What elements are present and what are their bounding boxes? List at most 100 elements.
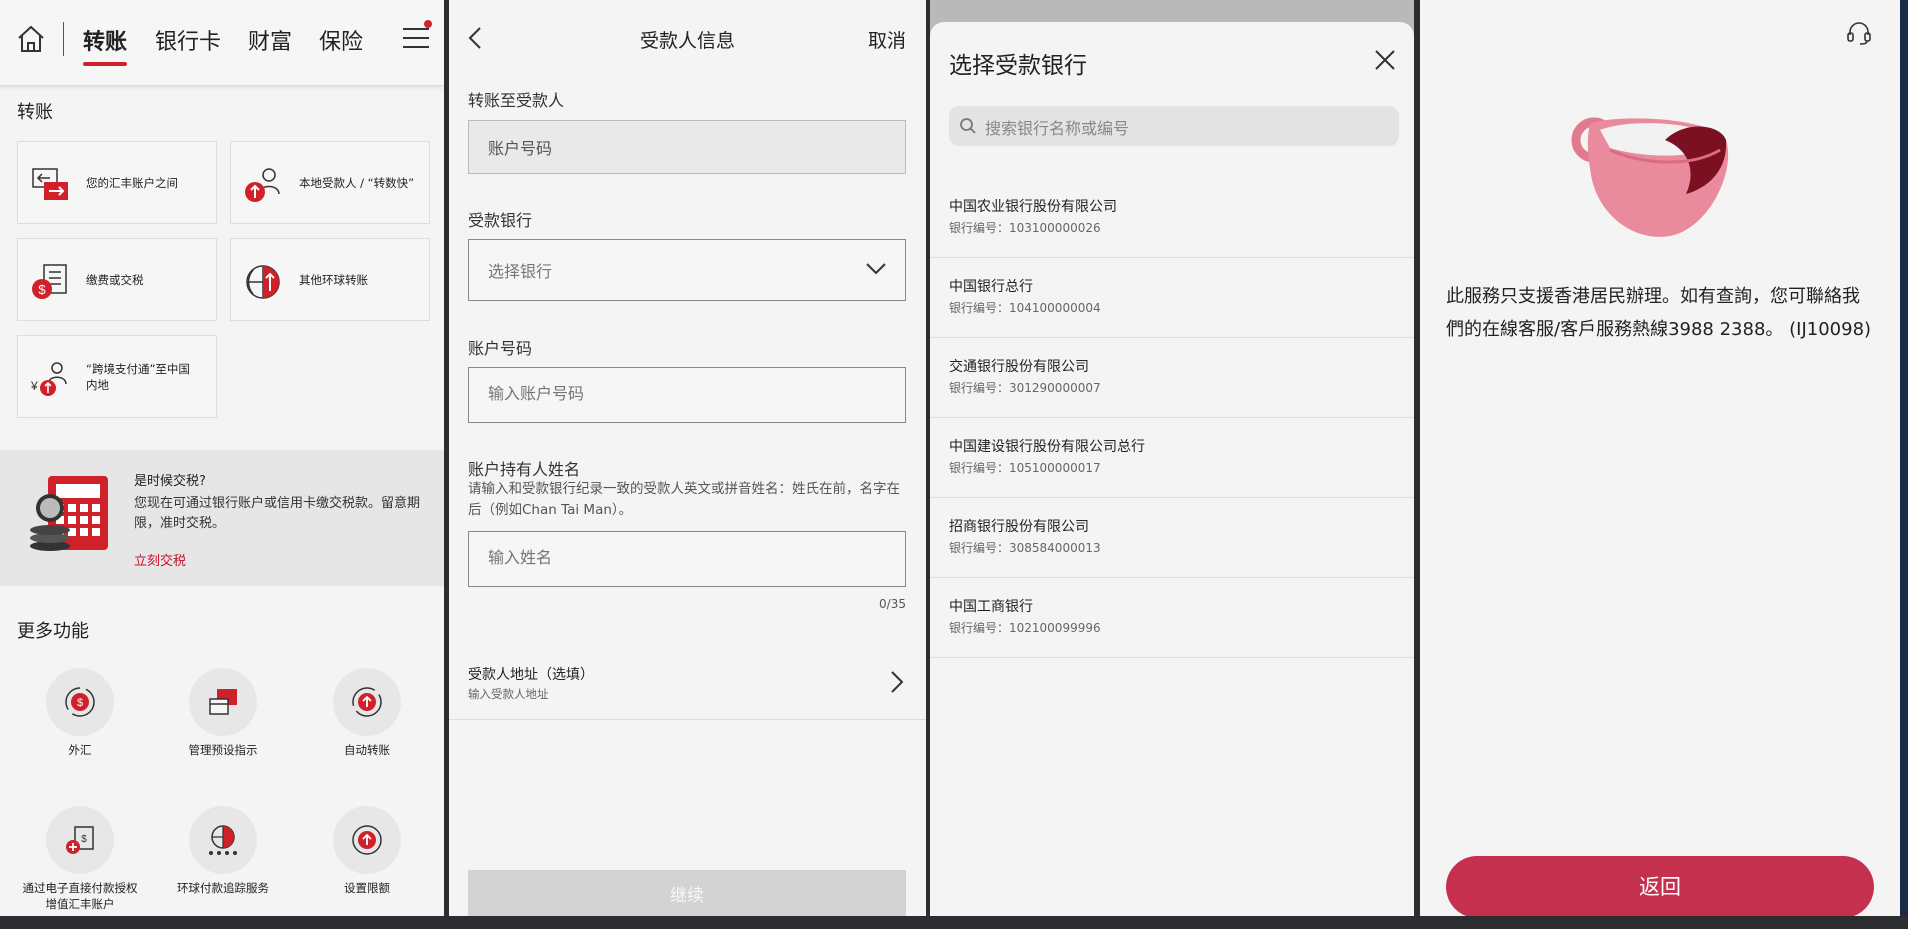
search-icon xyxy=(960,118,976,134)
chevron-right-icon xyxy=(891,671,904,693)
feature-label-line2: 增值汇丰账户 xyxy=(45,897,115,911)
tax-banner-title: 是时候交税? xyxy=(134,474,206,489)
edda-button[interactable]: $ xyxy=(46,806,114,874)
notification-dot xyxy=(424,20,432,28)
char-count: 0/35 xyxy=(879,597,906,611)
tax-calculator-icon xyxy=(30,476,108,551)
fx-button[interactable]: $ xyxy=(46,668,114,736)
holder-name-hint: 请输入和受款银行纪录一致的受款人英文或拼音姓名：姓氏在前，名字在后（例如Chan… xyxy=(468,481,900,518)
svg-text:$: $ xyxy=(38,282,46,297)
set-limit-icon xyxy=(352,825,382,855)
feature-label-line1: 通过电子直接付款授权 xyxy=(22,881,138,895)
tile-label-line2: 内地 xyxy=(86,378,109,392)
globe-transfer-icon xyxy=(246,265,280,299)
feature-label: 管理预设指示 xyxy=(188,743,258,757)
tile-label: 本地受款人 / “转数快” xyxy=(299,176,415,190)
svg-text:$: $ xyxy=(81,834,87,845)
search-placeholder: 搜索银行名称或编号 xyxy=(985,119,1130,138)
payee-address-row[interactable]: 受款人地址（选填） 输入受款人地址 xyxy=(449,650,926,720)
bank-code: 银行编号：102100099996 xyxy=(949,621,1101,635)
bank-search-input[interactable]: 搜索银行名称或编号 xyxy=(949,106,1399,146)
coffee-cup-illustration xyxy=(1571,117,1729,237)
bill-payment-icon: $ xyxy=(32,264,67,299)
nav-divider xyxy=(63,22,64,56)
bank-select[interactable]: 选择银行 xyxy=(468,239,906,301)
tax-banner-desc: 您现在可通过银行账户或信用卡缴交税款。留意期限，准时交税。 xyxy=(134,496,421,531)
holder-name-label: 账户持有人姓名 xyxy=(468,460,581,479)
svg-text:¥: ¥ xyxy=(30,379,38,393)
feature-label: 通过电子直接付款授权 增值汇丰账户 xyxy=(10,880,150,912)
bank-name: 中国建设银行股份有限公司总行 xyxy=(949,439,1145,455)
tax-banner: 是时候交税? 您现在可通过银行账户或信用卡缴交税款。留意期限，准时交税。 立刻交… xyxy=(0,450,444,586)
transfer-between-icon xyxy=(32,168,68,200)
continue-button[interactable]: 继续 xyxy=(468,870,906,916)
tile-local-payee[interactable]: 本地受款人 / “转数快” xyxy=(230,141,430,224)
tab-wealth[interactable]: 财富 xyxy=(248,24,292,56)
pay-tax-link[interactable]: 立刻交税 xyxy=(134,550,186,569)
tile-bill-tax[interactable]: $ 缴费或交税 xyxy=(17,238,217,321)
page-title: 受款人信息 xyxy=(639,30,735,52)
tab-cards[interactable]: 银行卡 xyxy=(155,24,221,56)
auto-transfer-button[interactable] xyxy=(333,668,401,736)
bank-name: 中国农业银行股份有限公司 xyxy=(949,199,1117,215)
right-edge xyxy=(1900,0,1908,916)
payment-tracker-icon xyxy=(209,825,237,855)
bank-name: 招商银行股份有限公司 xyxy=(949,519,1089,535)
header: 受款人信息 取消 xyxy=(449,0,926,72)
bank-list-item[interactable]: 交通银行股份有限公司 银行编号：301290000007 xyxy=(930,338,1414,418)
bank-list-item[interactable]: 中国农业银行股份有限公司 银行编号：103100000026 xyxy=(930,178,1414,258)
address-title: 受款人地址（选填） xyxy=(468,667,594,683)
bank-name: 中国工商银行 xyxy=(949,599,1033,615)
fx-icon: $ xyxy=(65,687,95,717)
top-nav: 转账 银行卡 财富 保险 xyxy=(0,0,444,86)
tile-cross-border[interactable]: ¥ “跨境支付通”至中国 内地 xyxy=(17,335,217,418)
cross-border-payment-icon: ¥ xyxy=(30,362,67,396)
service-message: 此服務只支援香港居民辦理。如有查詢，您可聯絡我們的在線客服/客戶服務熱線3988… xyxy=(1446,286,1872,340)
standing-instructions-icon xyxy=(209,689,237,715)
tile-label: 缴费或交税 xyxy=(86,273,144,287)
bank-list-item[interactable]: 中国银行总行 银行编号：104100000004 xyxy=(930,258,1414,338)
headset-icon[interactable] xyxy=(1846,20,1872,46)
menu-icon[interactable] xyxy=(401,24,431,52)
bank-code: 银行编号：301290000007 xyxy=(949,381,1101,395)
transfer-home-screen: 转账 银行卡 财富 保险 转账 您的汇丰账户之间 本地受款人 / “转数快” $… xyxy=(0,0,444,916)
bank-code: 银行编号：308584000013 xyxy=(949,541,1101,555)
section-title-transfer: 转账 xyxy=(17,102,53,123)
tile-label: 您的汇丰账户之间 xyxy=(86,176,178,190)
tab-transfer[interactable]: 转账 xyxy=(83,24,128,66)
auto-transfer-icon xyxy=(352,687,382,717)
return-button[interactable]: 返回 xyxy=(1446,856,1874,916)
tile-label: 其他环球转账 xyxy=(299,273,368,287)
bank-label: 受款银行 xyxy=(468,211,533,230)
transfer-to-label: 转账至受款人 xyxy=(468,91,565,110)
account-number-label: 账户号码 xyxy=(468,339,533,358)
bank-list-item[interactable]: 中国建设银行股份有限公司总行 银行编号：105100000017 xyxy=(930,418,1414,498)
select-bank-screen: 选择受款银行 搜索银行名称或编号 中国农业银行股份有限公司 银行编号：10310… xyxy=(930,0,1414,916)
transfer-to-field[interactable]: 账户号码 xyxy=(468,120,906,174)
tile-global-transfer[interactable]: 其他环球转账 xyxy=(230,238,430,321)
address-subtitle: 输入受款人地址 xyxy=(468,687,549,701)
section-title-more: 更多功能 xyxy=(17,621,89,642)
tile-between-accounts[interactable]: 您的汇丰账户之间 xyxy=(17,141,217,224)
holder-name-input[interactable] xyxy=(468,531,906,587)
close-icon[interactable] xyxy=(1374,49,1396,71)
bank-select-placeholder: 选择银行 xyxy=(488,262,553,281)
local-payee-icon xyxy=(245,168,280,202)
feature-label: 外汇 xyxy=(68,743,92,757)
tile-label: “跨境支付通”至中国 内地 xyxy=(86,361,190,393)
bank-list-item[interactable]: 中国工商银行 银行编号：102100099996 xyxy=(930,578,1414,658)
standing-instructions-button[interactable] xyxy=(189,668,257,736)
tile-label-line1: “跨境支付通”至中国 xyxy=(86,362,190,376)
bank-name: 中国银行总行 xyxy=(949,279,1033,295)
payment-tracker-button[interactable] xyxy=(189,806,257,874)
bank-code: 银行编号：104100000004 xyxy=(949,301,1101,315)
bank-list-item[interactable]: 招商银行股份有限公司 银行编号：308584000013 xyxy=(930,498,1414,578)
account-number-input[interactable] xyxy=(468,367,906,423)
cancel-button[interactable]: 取消 xyxy=(868,26,906,53)
bank-name: 交通银行股份有限公司 xyxy=(949,359,1089,375)
set-limits-button[interactable] xyxy=(333,806,401,874)
edda-icon: $ xyxy=(66,826,94,854)
feature-label: 环球付款追踪服务 xyxy=(177,881,269,895)
tab-insurance[interactable]: 保险 xyxy=(319,24,363,56)
home-icon[interactable] xyxy=(16,24,46,54)
